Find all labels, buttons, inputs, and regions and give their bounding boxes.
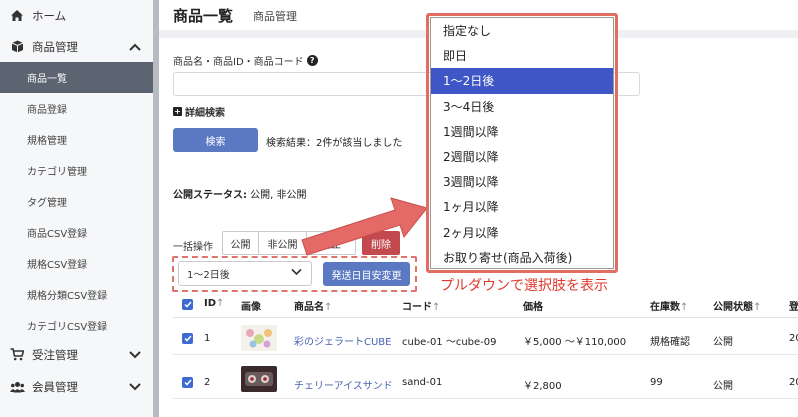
column-header-status[interactable]: 公開状態↑ xyxy=(713,298,761,313)
publish-status-summary: 公開ステータス: 公開, 非公開 xyxy=(173,186,307,201)
row-registered: 20 xyxy=(789,377,798,388)
shipping-estimate-select[interactable]: 1〜2日後 xyxy=(178,261,312,286)
sidebar-item-label: 会員管理 xyxy=(32,379,78,394)
sidebar-sub-product-register[interactable]: 商品登録 xyxy=(0,93,153,124)
sidebar-item-orders[interactable]: 受注管理 xyxy=(0,339,153,370)
row-status: 公開 xyxy=(713,381,733,392)
table-row[interactable]: 2 チェリーアイスサンド sand-01 ￥2,800 99 公開 20 xyxy=(173,366,798,399)
dropdown-option[interactable]: 2週間以降 xyxy=(431,144,613,169)
sidebar-sub-spec-csv[interactable]: 規格CSV登録 xyxy=(0,248,153,279)
sidebar-item-label: 受注管理 xyxy=(32,347,78,362)
column-header-id[interactable]: ID↑ xyxy=(204,298,224,309)
chevron-down-icon xyxy=(129,348,141,362)
annotation-arrow xyxy=(301,197,428,256)
sidebar-sub-product-csv[interactable]: 商品CSV登録 xyxy=(0,217,153,248)
search-label-text: 商品名・商品ID・商品コード xyxy=(173,57,304,68)
sidebar-item-label: ホーム xyxy=(32,8,67,23)
chevron-up-icon xyxy=(129,40,141,54)
product-name-link[interactable]: 彩のジェラートCUBE xyxy=(294,333,391,348)
dropdown-option[interactable]: 指定なし xyxy=(431,18,613,43)
dropdown-option[interactable]: 3〜4日後 xyxy=(431,94,613,119)
home-icon xyxy=(9,9,25,22)
box-icon xyxy=(9,40,25,53)
dropdown-option[interactable]: 1ヶ月以降 xyxy=(431,194,613,219)
chevron-down-icon xyxy=(291,268,302,279)
product-thumbnail[interactable] xyxy=(241,366,277,392)
row-price: ￥2,800 xyxy=(523,381,562,392)
column-header-name[interactable]: 商品名↑ xyxy=(294,298,332,313)
search-label: 商品名・商品ID・商品コード ? xyxy=(173,53,318,68)
search-button[interactable]: 検索 xyxy=(173,128,258,152)
sidebar-sub-tag-mgmt[interactable]: タグ管理 xyxy=(0,186,153,217)
row-id: 1 xyxy=(204,333,211,344)
bulk-action-label: 一括操作 xyxy=(173,242,213,253)
publish-status-label: 公開ステータス: xyxy=(173,190,247,201)
users-icon xyxy=(9,381,25,393)
sidebar-item-label: 商品管理 xyxy=(32,39,78,54)
shipping-estimate-dropdown[interactable]: 指定なし 即日 1〜2日後 3〜4日後 1週間以降 2週間以降 3週間以降 1ヶ… xyxy=(430,17,614,269)
table-row[interactable]: 1 彩のジェラートCUBE cube-01 〜cube-09 ￥5,000 〜￥… xyxy=(173,322,798,355)
product-name-link[interactable]: チェリーアイスサンド xyxy=(294,377,393,392)
sidebar-sub-category-csv[interactable]: カテゴリCSV登録 xyxy=(0,310,153,341)
column-header-label: 公開状態 xyxy=(713,302,753,313)
product-thumbnail[interactable] xyxy=(241,325,277,351)
sidebar-item-products[interactable]: 商品管理 xyxy=(0,31,153,62)
page-title: 商品一覧 xyxy=(173,7,234,25)
column-header-label: 商品名 xyxy=(294,302,324,313)
sidebar-item-home[interactable]: ホーム xyxy=(0,0,153,31)
dropdown-option[interactable]: 3週間以降 xyxy=(431,169,613,194)
dropdown-option-selected[interactable]: 1〜2日後 xyxy=(431,68,613,94)
cart-icon xyxy=(9,348,25,361)
column-header-label: コード xyxy=(402,302,432,313)
sidebar-item-members[interactable]: 会員管理 xyxy=(0,371,153,402)
sidebar-sub-category-mgmt[interactable]: カテゴリ管理 xyxy=(0,155,153,186)
row-stock: 99 xyxy=(650,377,663,388)
sidebar: ホーム 商品管理 商品一覧 商品登録 規格管理 カテゴリ管理 タグ管理 商品CS… xyxy=(0,0,153,417)
sort-icon: ↑ xyxy=(324,302,333,313)
row-checkbox[interactable] xyxy=(182,333,193,344)
bulk-public-button[interactable]: 公開 xyxy=(222,231,259,255)
row-status: 公開 xyxy=(713,337,733,348)
chevron-down-icon xyxy=(129,380,141,394)
advanced-search-toggle[interactable]: + 詳細検索 xyxy=(173,104,225,119)
row-code: cube-01 〜cube-09 xyxy=(402,337,497,348)
search-result-text: 検索結果：2件が該当しました xyxy=(266,138,403,149)
row-id: 2 xyxy=(204,377,211,388)
sort-icon: ↑ xyxy=(680,302,689,313)
shipping-estimate-value: 1〜2日後 xyxy=(187,270,230,281)
sidebar-sub-spec-mgmt[interactable]: 規格管理 xyxy=(0,124,153,155)
row-stock: 規格確認 xyxy=(650,337,690,348)
column-header-label: ID xyxy=(204,298,217,309)
sort-icon: ↑ xyxy=(753,302,762,313)
row-code: sand-01 xyxy=(402,377,443,388)
page-subtitle: 商品管理 xyxy=(253,10,297,23)
dropdown-option[interactable]: 1週間以降 xyxy=(431,119,613,144)
sidebar-sub-product-list[interactable]: 商品一覧 xyxy=(0,62,153,93)
sidebar-sub-spec-class-csv[interactable]: 規格分類CSV登録 xyxy=(0,279,153,310)
column-header-code[interactable]: コード↑ xyxy=(402,298,440,313)
sort-icon: ↑ xyxy=(432,302,441,313)
dropdown-option[interactable]: 2ヶ月以降 xyxy=(431,220,613,245)
row-price: ￥5,000 〜￥110,000 xyxy=(523,337,627,348)
change-shipping-estimate-button[interactable]: 発送日目安変更 xyxy=(323,262,410,286)
row-registered: 20 xyxy=(789,333,798,344)
column-header-label: 在庫数 xyxy=(650,302,680,313)
dropdown-option[interactable]: 即日 xyxy=(431,43,613,68)
sort-icon: ↑ xyxy=(216,298,225,309)
plus-icon: + xyxy=(173,107,182,116)
column-header-registered: 登 xyxy=(789,302,798,313)
help-icon[interactable]: ? xyxy=(306,55,318,66)
table-header: ID↑ 画像 商品名↑ コード↑ 価格 在庫数↑ 公開状態↑ 登 xyxy=(173,292,798,318)
column-header-image: 画像 xyxy=(241,302,261,313)
row-checkbox[interactable] xyxy=(182,377,193,388)
column-header-stock[interactable]: 在庫数↑ xyxy=(650,298,688,313)
advanced-search-label: 詳細検索 xyxy=(185,108,225,119)
column-header-price: 価格 xyxy=(523,302,543,313)
select-all-checkbox[interactable] xyxy=(182,299,193,310)
dropdown-option[interactable]: お取り寄せ(商品入荷後) xyxy=(431,245,613,270)
publish-status-value: 公開, 非公開 xyxy=(247,190,307,201)
